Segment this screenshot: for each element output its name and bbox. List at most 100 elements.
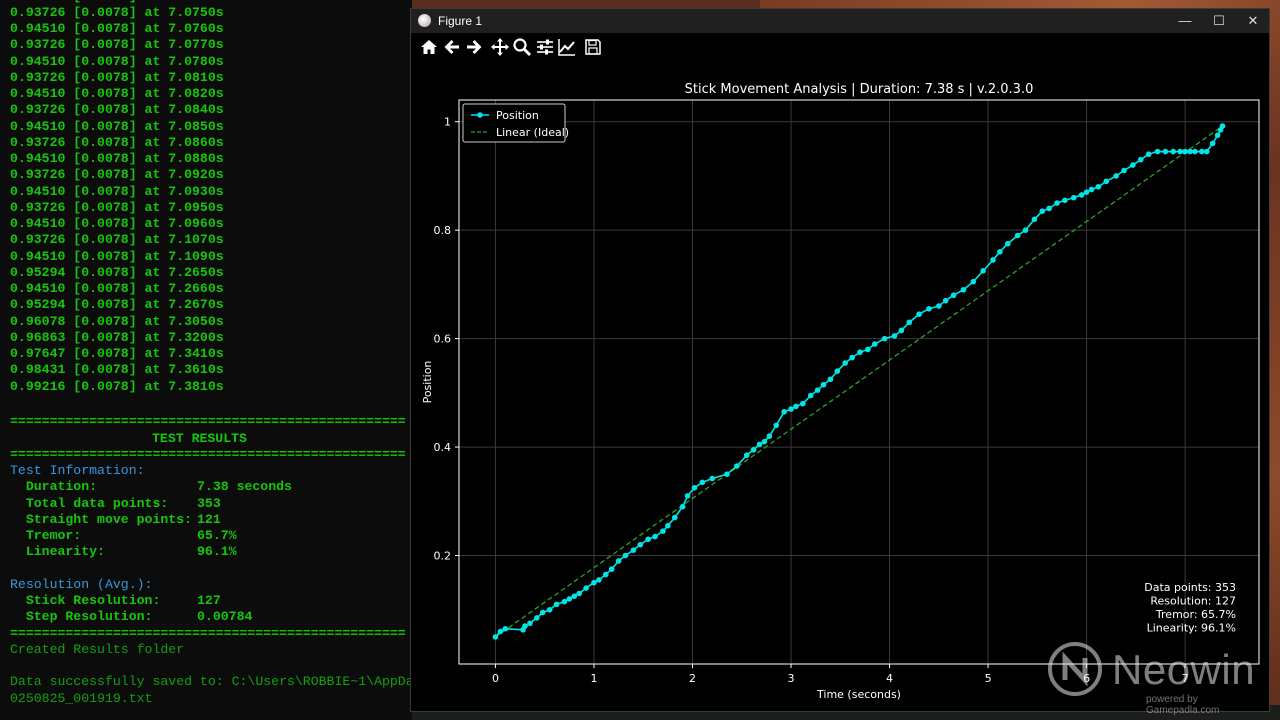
position-data-point: [1022, 227, 1029, 233]
test-info-heading: Test Information:: [10, 463, 145, 479]
save-icon[interactable]: [583, 37, 603, 57]
step-resolution-label: Step Resolution:: [10, 609, 153, 625]
legend-position-marker: [477, 112, 483, 118]
log-line: 0.93726 [0.0078] at 7.0920s: [10, 167, 224, 183]
position-data-point: [1219, 123, 1226, 129]
stats-linearity: Linearity: 96.1%: [1147, 622, 1236, 635]
position-data-point: [561, 598, 568, 605]
position-data-point: [788, 406, 794, 412]
forward-icon[interactable]: [464, 37, 484, 57]
separator-line: ========================================…: [10, 625, 406, 641]
position-data-point: [834, 368, 841, 374]
position-data-point: [1121, 167, 1127, 174]
position-data-point: [857, 349, 863, 355]
log-line: 0.94510 [0.0078] at 7.1090s: [10, 248, 224, 264]
neowin-watermark: Neowin powered by Gamepadla.com: [1048, 640, 1268, 716]
y-tick-label: 0.4: [434, 441, 452, 454]
position-data-point: [576, 590, 582, 597]
log-line: 0.94510 [0.0078] at 7.0960s: [10, 216, 224, 232]
position-data-point: [827, 376, 834, 383]
step-resolution-value: 0.00784: [197, 609, 253, 625]
position-data-point: [1095, 183, 1102, 190]
position-data-point: [608, 566, 615, 572]
position-data-point: [1083, 189, 1090, 195]
separator-line: ========================================…: [10, 414, 406, 430]
log-line: 0.94510 [0.0078] at 7.2660s: [10, 281, 224, 297]
position-data-point: [596, 577, 602, 583]
maximize-button[interactable]: ☐: [1202, 9, 1236, 33]
straight-points-label: Straight move points:: [10, 511, 193, 527]
x-tick-label: 3: [788, 672, 795, 685]
position-data-point: [793, 403, 799, 410]
position-data-point: [534, 615, 540, 621]
total-points-label: Total data points:: [10, 495, 169, 511]
position-data-point: [970, 278, 977, 285]
y-tick-label: 0.6: [434, 333, 452, 346]
position-data-point: [724, 471, 730, 477]
position-data-point: [652, 533, 658, 540]
position-data-point: [691, 484, 698, 491]
position-data-point: [1203, 148, 1210, 155]
x-tick-label: 0: [492, 672, 499, 685]
position-data-point: [980, 268, 986, 274]
position-data-point: [591, 579, 597, 586]
y-axis-label: Position: [421, 361, 434, 404]
home-icon[interactable]: [419, 37, 439, 57]
position-data-point: [814, 387, 821, 393]
position-data-point: [665, 522, 671, 529]
position-data-point: [699, 479, 706, 486]
log-line: 0.96863 [0.0078] at 7.3200s: [10, 329, 224, 345]
position-data-point: [679, 503, 686, 510]
position-data-point: [1214, 132, 1221, 139]
terminal-window[interactable]: 0.94510 [0.0078] at 7.0710s0.93726 [0.00…: [0, 0, 412, 720]
position-data-point: [773, 422, 780, 429]
configure-subplots-icon[interactable]: [535, 37, 555, 57]
position-data-point: [761, 438, 768, 445]
position-data-point: [936, 303, 942, 309]
position-data-point: [502, 625, 509, 632]
position-data-point: [1209, 140, 1216, 147]
log-line: 0.95294 [0.0078] at 7.2670s: [10, 297, 224, 313]
title-bar[interactable]: Figure 1 — ☐ ✕: [411, 9, 1269, 33]
position-data-point: [1192, 148, 1198, 155]
minimize-button[interactable]: —: [1168, 9, 1202, 33]
close-button[interactable]: ✕: [1236, 9, 1270, 33]
position-data-point: [645, 536, 651, 543]
pan-icon[interactable]: [490, 37, 510, 57]
position-data-point: [1078, 192, 1085, 198]
position-data-point: [553, 601, 560, 608]
position-data-point: [1187, 148, 1193, 155]
log-line: 0.93726 [0.0078] at 7.0750s: [10, 4, 224, 20]
position-data-point: [820, 381, 827, 388]
figure-window[interactable]: Figure 1 — ☐ ✕ 0 1 2 3 4 5 6 7 0.2 0.4 0.6 0.8 1 Stic…: [410, 8, 1270, 712]
position-data-point: [1070, 194, 1077, 201]
stick-resolution-label: Stick Resolution:: [10, 593, 161, 609]
zoom-icon[interactable]: [512, 37, 532, 57]
position-data-point: [781, 409, 787, 415]
y-tick-label: 0.2: [434, 550, 452, 563]
edit-axes-icon[interactable]: [557, 37, 577, 57]
resolution-heading: Resolution (Avg.):: [10, 576, 153, 592]
duration-value: 7.38 seconds: [197, 479, 292, 495]
log-line: 0.94510 [0.0078] at 7.0850s: [10, 118, 224, 134]
tremor-label: Tremor:: [10, 528, 82, 544]
position-data-point: [1182, 148, 1188, 155]
log-line: 0.95294 [0.0078] at 7.2650s: [10, 264, 224, 280]
window-title: Figure 1: [438, 14, 483, 28]
x-tick-label: 2: [689, 672, 696, 685]
position-data-point: [1004, 240, 1011, 247]
legend-ideal-label: Linear (Ideal): [496, 126, 569, 139]
log-line: 0.94510 [0.0078] at 7.0930s: [10, 183, 224, 199]
plot-canvas[interactable]: 0 1 2 3 4 5 6 70.20.40.60.81Stick Movement Anal…: [411, 63, 1269, 711]
position-data-point: [527, 620, 533, 627]
position-data-point: [842, 360, 849, 366]
log-line: 0.93726 [0.0078] at 7.0810s: [10, 69, 224, 85]
position-data-point: [898, 327, 905, 334]
back-icon[interactable]: [442, 37, 462, 57]
created-folder-message: Created Results folder: [10, 641, 185, 657]
position-data-point: [1103, 178, 1110, 185]
position-data-point: [1031, 216, 1038, 223]
position-data-point: [622, 552, 629, 559]
saved-path-message: Data successfully saved to: C:\Users\ROB…: [10, 674, 412, 690]
y-tick-label: 1: [444, 116, 451, 129]
